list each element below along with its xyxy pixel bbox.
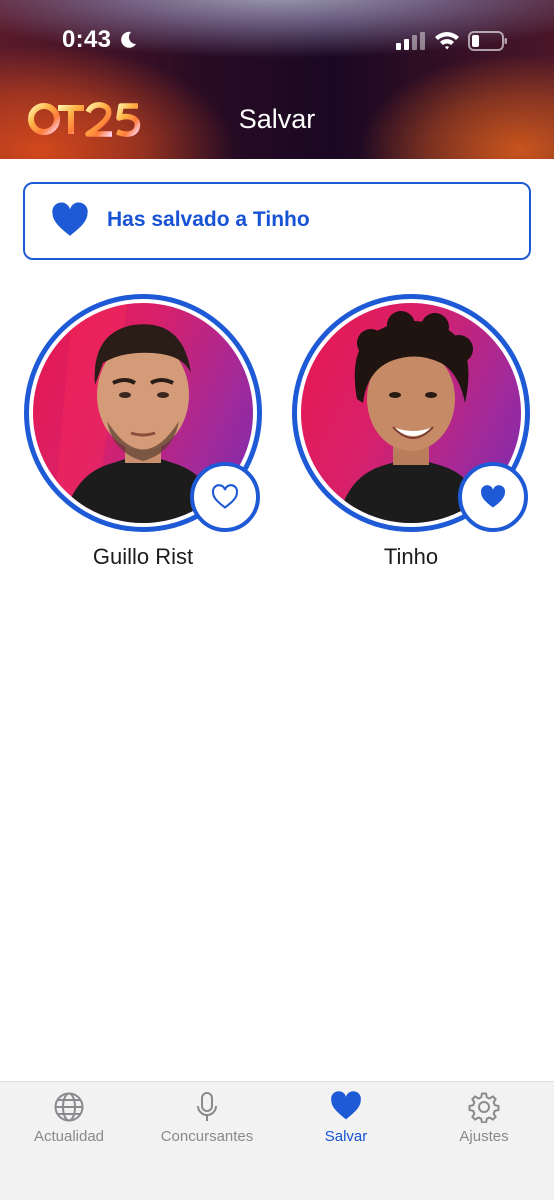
- tab-label: Salvar: [324, 1128, 368, 1145]
- gear-icon: [468, 1092, 500, 1123]
- tab-bar: Actualidad Concursantes Salvar Ajustes: [0, 1081, 554, 1200]
- app-header: 0:43 Salvar: [0, 0, 554, 159]
- contestant-card[interactable]: Tinho: [292, 294, 532, 584]
- moon-icon: [121, 31, 136, 48]
- saved-confirmation-banner: Has salvado a Tinho: [23, 182, 531, 260]
- page-title: Salvar: [238, 104, 316, 134]
- tab-concursantes[interactable]: Concursantes: [138, 1082, 276, 1162]
- tab-label: Concursantes: [160, 1128, 254, 1145]
- tab-label: Ajustes: [459, 1128, 509, 1145]
- banner-message: Has salvado a Tinho: [107, 208, 310, 231]
- heart-filled-icon: [480, 485, 506, 508]
- save-toggle-button[interactable]: [190, 462, 260, 532]
- heart-filled-icon: [52, 202, 88, 236]
- wifi-icon: [435, 32, 459, 50]
- microphone-icon: [197, 1092, 217, 1121]
- status-time: 0:43: [62, 26, 112, 53]
- tab-ajustes[interactable]: Ajustes: [415, 1082, 553, 1162]
- tab-actualidad[interactable]: Actualidad: [0, 1082, 138, 1162]
- tab-salvar[interactable]: Salvar: [277, 1082, 415, 1162]
- contestant-name: Guillo Rist: [92, 544, 194, 569]
- status-bar: 0:43: [0, 0, 554, 84]
- globe-icon: [54, 1092, 84, 1122]
- save-toggle-button[interactable]: [458, 462, 528, 532]
- contestant-card[interactable]: Guillo Rist: [24, 294, 264, 584]
- heart-outline-icon: [211, 484, 239, 509]
- tab-label: Actualidad: [33, 1128, 105, 1145]
- contestant-name: Tinho: [383, 544, 439, 569]
- signal-icon: [396, 32, 425, 50]
- battery-icon: [468, 31, 507, 51]
- heart-icon: [331, 1091, 361, 1120]
